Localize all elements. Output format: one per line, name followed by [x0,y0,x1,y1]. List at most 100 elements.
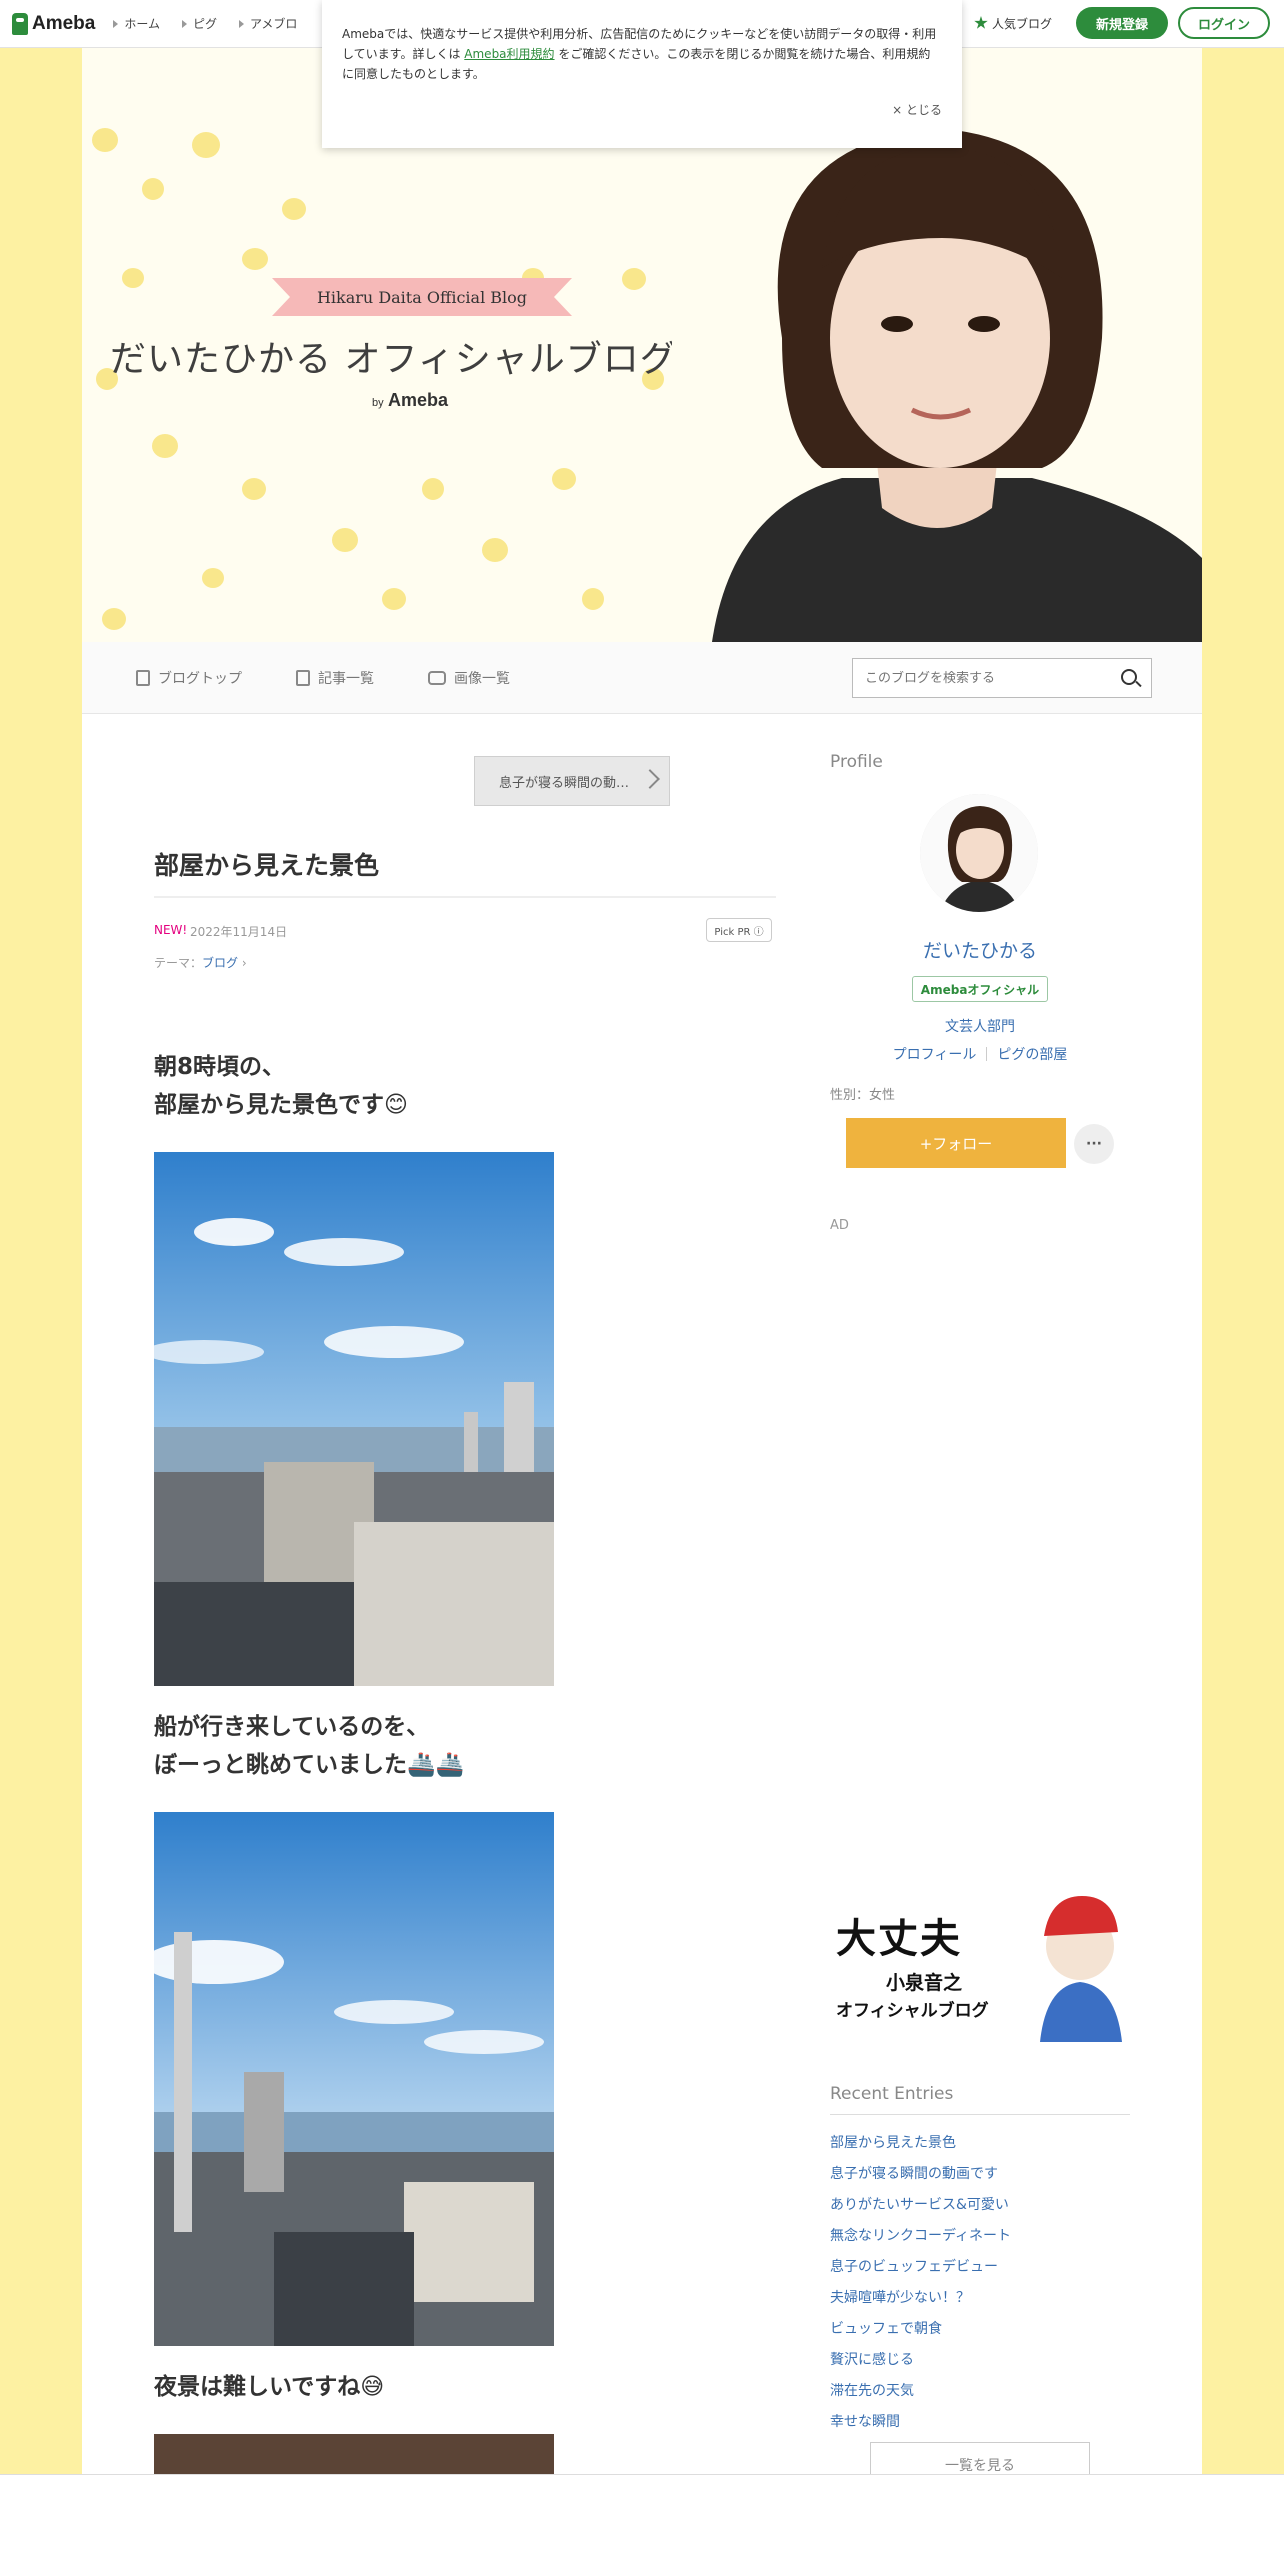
by-ameba-logo: by Ameba [372,390,448,411]
entry-theme: テーマ：ブログ › [154,956,247,970]
subnav-blog-top-label: ブログトップ [158,670,242,687]
header-portrait-image [672,88,1202,642]
dot [332,528,358,552]
paragraph-line: 夜景は難しいですね😅 [154,2374,385,2400]
logo-text: Ameba [32,12,96,34]
recent-divider [830,2114,1130,2115]
recent-entry[interactable]: 息子が寝る瞬間の動画です [830,2159,1130,2190]
profile-link[interactable]: プロフィール [893,1044,977,1064]
dot [142,178,164,200]
nav-pigg-label: ピグ [193,17,218,31]
search-icon[interactable] [1121,669,1137,685]
popular-label: 人気ブログ [991,16,1052,31]
nav-ameblo[interactable]: アメブロ [239,15,297,32]
caret-right-icon [113,19,119,28]
ameba-wordmark: Ameba [387,390,448,410]
previous-entry-button[interactable]: 息子が寝る瞬間の動… [474,756,670,806]
title-divider [154,896,776,898]
dot [482,538,508,562]
document-icon [136,669,150,686]
banner-name: 小泉音之 [886,1972,963,1994]
dot [122,268,144,288]
profile-category[interactable]: 文芸人部門 [830,1016,1130,1036]
cookie-notice: Amebaでは、快適なサービス提供や利用分析、広告配信のためにクッキーなどを使い… [322,0,962,148]
dot [152,434,178,458]
pigg-room-link[interactable]: ピグの部屋 [997,1044,1067,1064]
nav-pigg[interactable]: ピグ [182,15,217,32]
nav-home-label: ホーム [124,17,160,31]
profile-name[interactable]: だいたひかる [830,936,1130,963]
main-content: 息子が寝る瞬間の動… 部屋から見えた景色 NEW! 2022年11月14日 Pi… [82,714,1202,2488]
koizumi-blog-banner[interactable]: 大丈夫 小泉音之 オフィシャルブログ [830,1886,1130,2042]
paragraph-line: 朝8時頃の、 [154,1054,286,1080]
bottom-bar [0,2474,1284,2568]
nav-home[interactable]: ホーム [113,15,160,32]
login-button[interactable]: ログイン [1178,7,1270,39]
dot [422,478,444,500]
recent-entry[interactable]: ビュッフェで朝食 [830,2314,1130,2345]
star-icon [974,16,988,29]
ameba-logo[interactable]: Ameba [12,12,96,35]
dot [582,588,604,610]
profile-links: プロフィール ピグの部屋 [830,1044,1130,1064]
entry-title[interactable]: 部屋から見えた景色 [154,846,379,882]
entry-image-morning-view[interactable] [154,1152,554,1686]
subnav-blog-top[interactable]: ブログトップ [136,668,242,688]
blog-search-input[interactable] [865,670,1105,686]
profile-heading: Profile [830,752,883,772]
dot [202,568,224,588]
profile-avatar[interactable] [920,794,1038,912]
recent-entry[interactable]: 贅沢に感じる [830,2345,1130,2376]
recent-entry[interactable]: 幸せな瞬間 [830,2407,1130,2438]
dot [282,198,306,220]
subnav-images[interactable]: 画像一覧 [428,668,510,688]
paragraph-line: 船が行き来しているのを、 [154,1714,430,1740]
recent-entries-list: 部屋から見えた景色 息子が寝る瞬間の動画です ありがたいサービス&可愛い 無念な… [830,2128,1130,2438]
dot [92,128,118,152]
camera-icon [428,670,446,685]
banner-title: 大丈夫 [836,1916,962,1962]
blog-title[interactable]: だいたひかる オフィシャルブログ [110,330,677,382]
dot [102,608,126,630]
by-label: by [372,397,384,409]
cookie-close-button[interactable]: × とじる [892,100,942,120]
banner-subtitle: オフィシャルブログ [836,2001,989,2021]
terms-link[interactable]: Ameba利用規約 [464,47,554,61]
more-options-button[interactable]: ··· [1074,1124,1114,1164]
recent-entry[interactable]: 無念なリンクコーディネート [830,2221,1130,2252]
profile-sex: 性別：女性 [830,1088,896,1103]
subnav-entries-label: 記事一覧 [318,670,374,687]
subnav-images-label: 画像一覧 [454,670,510,687]
entry-image-night-view[interactable] [154,2434,554,2474]
register-button[interactable]: 新規登録 [1076,7,1168,39]
recent-entry[interactable]: 部屋から見えた景色 [830,2128,1130,2159]
recent-entry[interactable]: ありがたいサービス&可愛い [830,2190,1130,2221]
entry-image-ships[interactable] [154,1812,554,2346]
entry-paragraph: 朝8時頃の、 部屋から見た景色です😊 [154,1048,408,1124]
blog-subnav: ブログトップ 記事一覧 画像一覧 [82,642,1202,714]
subnav-entries[interactable]: 記事一覧 [296,668,374,688]
caret-right-icon [239,19,245,28]
new-badge: NEW! [154,923,188,937]
follow-button[interactable]: +フォロー [846,1118,1066,1168]
recent-entry[interactable]: 夫婦喧嘩が少ない！？ [830,2283,1130,2314]
recent-entry[interactable]: 息子のビュッフェデビュー [830,2252,1130,2283]
paragraph-line: 部屋から見た景色です😊 [154,1092,408,1118]
recent-entry[interactable]: 滞在先の天気 [830,2376,1130,2407]
theme-label: テーマ： [154,956,203,970]
dot [242,478,266,500]
previous-entry-label: 息子が寝る瞬間の動… [499,775,630,791]
copy-icon [296,669,310,686]
popular-blog-link[interactable]: 人気ブログ [974,15,1052,32]
dot [242,248,268,270]
pick-pr-badge[interactable]: Pick PR ⓘ [706,918,772,942]
link-divider [986,1047,988,1061]
ameba-mark-icon [12,12,28,35]
dot [192,132,220,158]
blog-search [852,658,1152,698]
dot [622,268,646,290]
chevron-right-icon [640,769,660,789]
theme-link[interactable]: ブログ [202,956,238,970]
official-badge[interactable]: Amebaオフィシャル [912,976,1048,1002]
dot [382,588,406,610]
